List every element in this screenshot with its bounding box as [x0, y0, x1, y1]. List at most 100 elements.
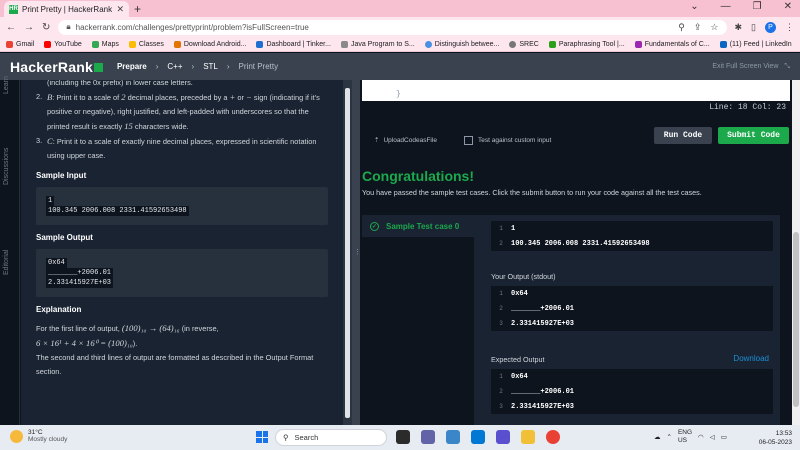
custom-input-checkbox[interactable] [464, 136, 473, 145]
close-tab-icon[interactable]: ✕ [116, 4, 124, 15]
search-icon: ⚲ [283, 433, 289, 442]
tray-chevron-icon[interactable]: ⌃ [667, 433, 672, 441]
tab-learn[interactable]: Learn [3, 76, 10, 94]
scrollbar-thumb[interactable] [345, 88, 350, 418]
editor-panel: } Line: 18 Col: 23 ⇡ UploadCodeasFile Te… [360, 80, 792, 425]
input-box: 11 2 100.345 2006.008 2331.41592653498 [491, 221, 773, 251]
bookmark-paraphrasing[interactable]: Paraphrasing Tool |... [548, 40, 625, 48]
profile-avatar[interactable]: P [765, 21, 776, 33]
file-explorer-icon[interactable] [521, 430, 535, 444]
browser-tab[interactable]: HR Print Pretty | HackerRank ✕ [4, 1, 129, 17]
volume-icon[interactable]: ◁ [710, 433, 715, 441]
zoom-icon[interactable]: ⚲ [678, 22, 685, 33]
bookmark-gmail[interactable]: Gmail [6, 40, 34, 48]
site-icon [548, 40, 556, 48]
list-number: 2. [36, 92, 43, 101]
battery-icon[interactable]: ▭ [721, 433, 727, 441]
chrome-icon[interactable] [546, 430, 560, 444]
share-icon[interactable]: ⇪ [694, 22, 702, 33]
youtube-icon [44, 40, 52, 48]
site-header: HackerRank Prepare › C++ › STL › Print P… [0, 53, 800, 80]
clock[interactable]: 13:53 06-05-2023 [759, 429, 792, 447]
code-editor-surface[interactable] [362, 80, 790, 101]
bookmark-youtube[interactable]: YouTube [44, 40, 82, 48]
lock-icon: 🔒︎ [66, 22, 71, 31]
windows-start-icon[interactable] [256, 431, 268, 443]
minimize-icon[interactable]: — [721, 1, 731, 12]
bookmark-tinkercad[interactable]: Dashboard | Tinker... [256, 40, 331, 48]
output-line: _______+2006.01 [511, 304, 575, 313]
taskbar-search[interactable]: ⚲ Search [275, 429, 387, 446]
hackerrank-logo[interactable]: HackerRank [10, 59, 103, 75]
exit-fullscreen-link[interactable]: Exit Full Screen View ⤡ [712, 63, 790, 71]
input-line: 100.345 2006.008 2331.41592653498 [511, 239, 650, 248]
tab-discussions[interactable]: Discussions [3, 148, 10, 185]
tab-title: Print Pretty | HackerRank [22, 4, 113, 14]
breadcrumb-stl[interactable]: STL [203, 62, 218, 71]
code-line: _______+2006.01 [46, 268, 114, 278]
wifi-icon[interactable]: ◠ [698, 433, 704, 441]
custom-input-toggle[interactable]: Test against custom input [464, 136, 551, 145]
teams-icon[interactable] [421, 430, 435, 444]
app-icon[interactable] [496, 430, 510, 444]
run-code-button[interactable]: Run Code [654, 127, 712, 144]
bookmark-classes[interactable]: Classes [128, 40, 164, 48]
scrollbar-thumb[interactable] [793, 232, 799, 407]
breadcrumb-cpp[interactable]: C++ [167, 62, 182, 71]
store-icon[interactable] [471, 430, 485, 444]
editor-toolbar: ⇡ UploadCodeasFile Test against custom i… [360, 124, 792, 154]
extensions-icon[interactable]: ✱ [735, 22, 743, 33]
your-output-box: 1 0x64 2 _______+2006.01 3 2.331415927E+03 [491, 286, 773, 331]
bookmark-java-program[interactable]: Java Program to S... [340, 40, 415, 48]
input-line: 1 [511, 224, 516, 233]
tab-editorial[interactable]: Editorial [3, 250, 10, 275]
test-case-item[interactable]: ✓ Sample Test case 0 [362, 215, 474, 237]
edge-icon[interactable] [446, 430, 460, 444]
chevron-right-icon: › [155, 62, 159, 71]
vertical-tab-strip: Learn Discussions Editorial [0, 76, 20, 425]
breadcrumb-prepare[interactable]: Prepare [117, 62, 147, 71]
forward-icon[interactable]: → [24, 22, 34, 33]
download-link[interactable]: Download [733, 354, 769, 363]
bookmark-star-icon[interactable]: ☆ [710, 22, 718, 33]
code-editor[interactable]: } [360, 80, 792, 102]
close-window-icon[interactable]: ✕ [784, 1, 792, 12]
task-view-icon[interactable] [396, 430, 410, 444]
bookmark-download-android[interactable]: Download Android... [173, 40, 246, 48]
url-field[interactable]: 🔒︎ hackerrank.com/challenges/prettyprint… [58, 19, 727, 35]
back-icon[interactable]: ← [6, 22, 16, 33]
chevron-right-icon: › [226, 62, 230, 71]
bookmark-linkedin[interactable]: (11) Feed | LinkedIn [719, 40, 792, 48]
bookmark-srec[interactable]: SREC [509, 40, 539, 48]
maximize-icon[interactable]: ❐ [753, 1, 762, 12]
panel-resize-handle[interactable]: ⋮ [352, 80, 361, 425]
upload-file-button[interactable]: ⇡ UploadCodeasFile [374, 136, 437, 145]
sample-output-block: 0x64 _______+2006.01 2.331415927E+03 [36, 249, 328, 297]
exit-fullscreen-icon: ⤡ [784, 62, 790, 70]
time: 13:53 [775, 430, 792, 437]
list-number: 3. [36, 136, 43, 145]
chevron-down-icon[interactable]: ⌄ [690, 1, 698, 12]
bookmark-maps[interactable]: Maps [91, 40, 119, 48]
sidepanel-icon[interactable]: ▯ [751, 22, 756, 33]
expected-output-label: Expected Output [491, 355, 545, 364]
weather-widget[interactable]: 31°C Mostly cloudy [10, 429, 67, 443]
bookmark-distinguish[interactable]: Distinguish betwee... [424, 40, 499, 48]
bookmark-fundamentals[interactable]: Fundamentals of C... [634, 40, 710, 48]
list-item: 2. B: Print it to a scale of 2 decimal p… [36, 92, 320, 131]
check-circle-icon: ✓ [370, 221, 379, 231]
system-tray: ☁ ⌃ ENG US ◠ ◁ ▭ [654, 429, 727, 445]
explanation-text: For the first line of output, (100)₁₀ → … [36, 323, 314, 376]
page-scrollbar[interactable] [792, 80, 800, 425]
language-indicator[interactable]: ENG US [678, 429, 692, 445]
problem-scrollbar[interactable] [343, 80, 352, 425]
problem-statement: (including the 0x prefix) in lower case … [21, 80, 343, 425]
menu-icon[interactable]: ⋮ [785, 22, 794, 33]
cursor-position: Line: 18 Col: 23 [709, 103, 786, 112]
reload-icon[interactable]: ↻ [42, 22, 50, 33]
tray-app-icon[interactable]: ☁ [654, 433, 661, 441]
submit-code-button[interactable]: Submit Code [718, 127, 789, 144]
globe-icon [509, 40, 517, 48]
new-tab-icon[interactable]: + [134, 2, 141, 16]
result-message: You have passed the sample test cases. C… [362, 188, 702, 197]
